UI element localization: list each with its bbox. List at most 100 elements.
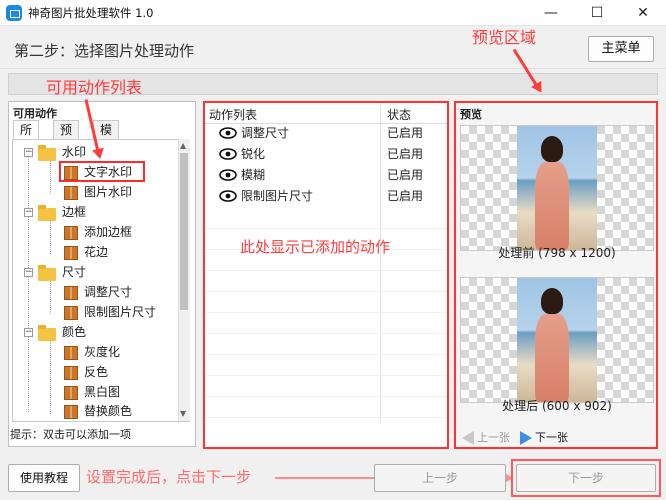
action-box-icon <box>64 286 78 300</box>
action-box-icon <box>64 346 78 360</box>
preview-after-image <box>460 277 654 403</box>
tree-line <box>50 161 51 194</box>
row-divider <box>205 312 447 313</box>
tree-item-limit-size[interactable]: 限制图片尺寸 <box>84 302 156 322</box>
preview-panel: 预览 处理前 (798 x 1200) 处理后 (600 x 902) 上一张 … <box>454 101 658 449</box>
tab-templates[interactable]: 模板 <box>93 120 120 155</box>
previous-image-label: 上一张 <box>477 431 510 444</box>
eye-icon[interactable] <box>219 190 237 202</box>
annotation-preview-area: 预览区域 <box>472 28 537 47</box>
tutorial-button[interactable]: 使用教程 <box>8 464 80 492</box>
annotation-footer-tip: 设置完成后，点击下一步 <box>86 468 252 486</box>
tree-line <box>50 341 51 414</box>
collapse-toggle[interactable]: − <box>24 208 33 217</box>
tree-item-lace[interactable]: 花边 <box>84 242 108 262</box>
next-step-button[interactable]: 下一步 <box>516 464 656 492</box>
eye-icon[interactable] <box>219 127 237 139</box>
prev-step-button[interactable]: 上一步 <box>374 464 506 492</box>
row-divider <box>205 396 447 397</box>
action-row[interactable]: 锐化 已启用 <box>205 144 447 165</box>
tree-line <box>50 281 51 314</box>
arrow-left-icon <box>462 431 474 445</box>
tree-item-black-white[interactable]: 黑白图 <box>84 382 120 402</box>
added-actions-panel: 动作列表 状态 调整尺寸 已启用 锐化 已启用 模糊 已启用 限制图片尺寸 已启… <box>203 101 449 449</box>
action-name: 锐化 <box>241 147 266 161</box>
tree-line <box>28 157 29 412</box>
column-header-actions: 动作列表 <box>209 108 258 122</box>
tree-item-replace-color[interactable]: 替换颜色 <box>84 401 132 421</box>
preview-before-label: 处理前 (798 x 1200) <box>498 246 616 260</box>
action-box-icon <box>64 366 78 380</box>
title-bar: 神奇图片批处理软件 1.0 — ☐ ✕ <box>0 0 666 26</box>
tree-group-watermark[interactable]: 水印 <box>62 142 86 162</box>
row-divider <box>205 333 447 334</box>
action-status: 已启用 <box>387 126 424 140</box>
collapse-toggle[interactable]: − <box>24 148 33 157</box>
tree-item-image-watermark[interactable]: 图片水印 <box>84 182 132 202</box>
arrow-right-icon <box>520 431 532 445</box>
action-status: 已启用 <box>387 168 424 182</box>
preview-caption: 预览 <box>460 108 482 121</box>
action-box-icon <box>64 386 78 400</box>
eye-icon[interactable] <box>219 148 237 160</box>
row-divider <box>205 291 447 292</box>
main-menu-button[interactable]: 主菜单 <box>588 36 654 62</box>
next-image-button[interactable]: 下一张 <box>520 429 568 445</box>
action-box-icon <box>64 186 78 200</box>
folder-icon <box>38 325 56 341</box>
row-divider <box>205 354 447 355</box>
action-box-icon <box>64 246 78 260</box>
preview-before-image <box>460 125 654 251</box>
column-header-status: 状态 <box>387 108 412 122</box>
eye-icon[interactable] <box>219 169 237 181</box>
minimize-button[interactable]: — <box>528 0 574 26</box>
tree-hint: 提示：双击可以添加一项 <box>10 428 131 441</box>
action-status: 已启用 <box>387 189 424 203</box>
action-box-icon <box>64 405 78 419</box>
scroll-down-icon[interactable]: ▼ <box>180 409 186 418</box>
folder-icon <box>38 145 56 161</box>
action-name: 限制图片尺寸 <box>241 189 314 203</box>
folder-icon <box>38 265 56 281</box>
tree-group-size[interactable]: 尺寸 <box>62 262 86 282</box>
tree-item-add-border[interactable]: 添加边框 <box>84 222 132 242</box>
tree-item-grayscale[interactable]: 灰度化 <box>84 342 120 362</box>
action-name: 模糊 <box>241 168 266 182</box>
row-divider <box>205 228 447 229</box>
folder-icon <box>38 205 56 221</box>
scroll-up-icon[interactable]: ▲ <box>180 141 186 150</box>
action-row[interactable]: 模糊 已启用 <box>205 165 447 186</box>
maximize-button[interactable]: ☐ <box>574 0 620 26</box>
photo-thumbnail <box>517 278 597 402</box>
annotation-added-actions: 此处显示已添加的动作 <box>240 238 391 256</box>
row-divider <box>205 270 447 271</box>
collapse-toggle[interactable]: − <box>24 268 33 277</box>
tree-item-resize[interactable]: 调整尺寸 <box>84 282 132 302</box>
row-divider <box>205 375 447 376</box>
tree-scrollbar-thumb[interactable] <box>180 153 188 310</box>
tree-item-invert[interactable]: 反色 <box>84 362 108 382</box>
tree-group-color[interactable]: 颜色 <box>62 322 86 342</box>
highlight-frame <box>59 161 145 182</box>
close-button[interactable]: ✕ <box>620 0 666 26</box>
photo-thumbnail <box>517 126 597 250</box>
tree-line <box>50 221 51 254</box>
page-title: 第二步：选择图片处理动作 <box>14 42 195 60</box>
action-name: 调整尺寸 <box>241 126 290 140</box>
previous-image-button[interactable]: 上一张 <box>462 429 510 445</box>
tab-all[interactable]: 所有 <box>13 120 40 155</box>
next-image-label: 下一张 <box>535 431 568 444</box>
collapse-toggle[interactable]: − <box>24 328 33 337</box>
row-divider <box>205 417 447 418</box>
action-box-icon <box>64 306 78 320</box>
action-box-icon <box>64 226 78 240</box>
action-row[interactable]: 调整尺寸 已启用 <box>205 123 447 144</box>
tab-presets[interactable]: 预设 <box>53 120 80 155</box>
available-actions-caption: 可用动作 <box>13 107 57 120</box>
action-status: 已启用 <box>387 147 424 161</box>
annotation-available-actions: 可用动作列表 <box>46 78 143 97</box>
tree-group-border[interactable]: 边框 <box>62 202 86 222</box>
app-title: 神奇图片批处理软件 1.0 <box>28 6 154 20</box>
step-header: 第二步：选择图片处理动作 主菜单 <box>0 27 666 69</box>
action-row[interactable]: 限制图片尺寸 已启用 <box>205 186 447 207</box>
